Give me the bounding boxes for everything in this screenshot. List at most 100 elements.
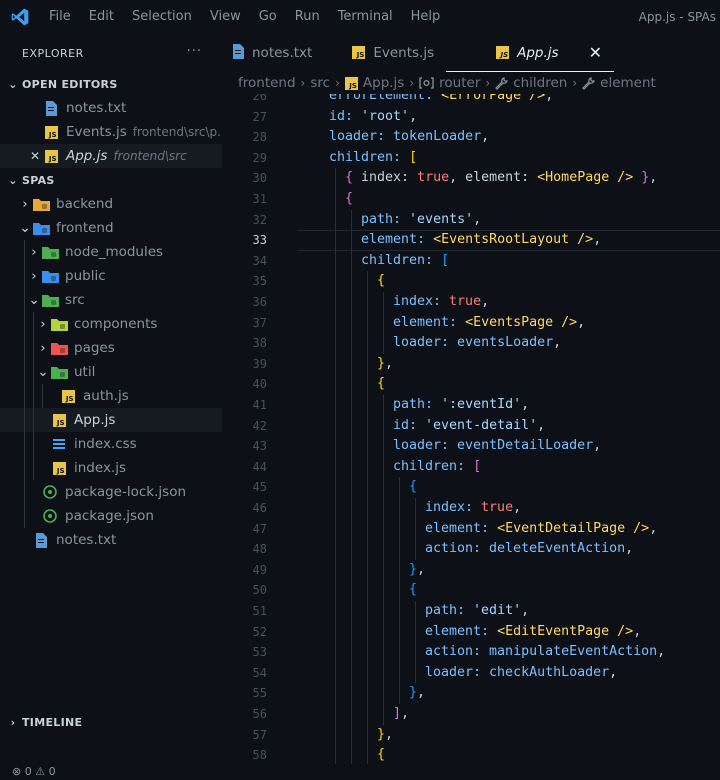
code-token: [ <box>441 252 450 268</box>
breadcrumb-element[interactable]: element <box>582 75 656 91</box>
tree-item-app-js[interactable]: JS App.js <box>0 408 222 432</box>
code-line[interactable]: 44 children: [ <box>222 456 720 478</box>
code-token: } <box>377 726 386 742</box>
breadcrumb-app-js[interactable]: JS App.js <box>344 75 404 91</box>
code-token: , <box>553 335 562 351</box>
menu-run[interactable]: Run <box>286 0 329 34</box>
menu-selection[interactable]: Selection <box>123 0 201 34</box>
menu-help[interactable]: Help <box>402 0 450 34</box>
code-line[interactable]: 30 { index: true, element: <HomePage /> }… <box>222 168 720 189</box>
code-text: index: true, <box>393 292 489 313</box>
indent-guide <box>335 168 336 189</box>
code-line[interactable]: 58 { <box>222 745 720 764</box>
indent-guide <box>383 292 384 313</box>
code-text: { <box>409 580 417 601</box>
code-line[interactable]: 31 { <box>222 189 720 210</box>
code-line[interactable]: 52 element: <EditEventPage />, <box>222 621 720 643</box>
code-line[interactable]: 38 loader: eventsLoader, <box>222 333 720 354</box>
code-line[interactable]: 56], <box>222 704 720 725</box>
code-line[interactable]: 26 errorElement: <ErrorPage />, <box>222 94 720 107</box>
code-line[interactable]: 37 element: <EventsPage />, <box>222 312 720 334</box>
code-line[interactable]: 41 path: ':eventId', <box>222 395 720 416</box>
open-editor-item[interactable]: ✕ JS App.js frontend\src <box>0 144 222 168</box>
code-line[interactable]: 33 element: <EventsRootLayout />, <box>222 230 720 251</box>
code-line[interactable]: 50 { <box>222 580 720 601</box>
menu-terminal[interactable]: Terminal <box>329 0 402 34</box>
tree-item-public[interactable]: › public <box>0 264 222 288</box>
indent-guide <box>399 683 400 704</box>
code-line[interactable]: 28 loader: tokenLoader, <box>222 127 720 148</box>
tree-item-notes-txt[interactable]: notes.txt <box>0 528 222 552</box>
workspace-header[interactable]: ⌄ SPAS <box>0 168 222 192</box>
tree-item-components[interactable]: › components <box>0 312 222 336</box>
code-token: EventDetailPage <box>505 520 626 536</box>
tree-item-frontend[interactable]: ⌄ frontend <box>0 216 222 240</box>
breadcrumb-src[interactable]: src <box>310 75 330 91</box>
tab-app-js[interactable]: JS App.js ✕ <box>446 34 614 72</box>
status-bar[interactable]: ⊗ 0 ⚠ 0 <box>0 764 720 780</box>
explorer-sidebar: EXPLORER ··· ⌄ OPEN EDITORS notes.txt JS E… <box>0 34 222 780</box>
code-line[interactable]: 40 { <box>222 374 720 395</box>
tree-item-util[interactable]: ⌄ util <box>0 360 222 384</box>
close-tab-icon[interactable]: ✕ <box>589 43 602 62</box>
code-line[interactable]: 43 loader: eventDetailLoader, <box>222 436 720 457</box>
code-line[interactable]: 34 children: [ <box>222 250 720 272</box>
tab-notes-txt[interactable]: notes.txt <box>222 34 324 72</box>
menu-edit[interactable]: Edit <box>80 0 123 34</box>
breadcrumb-frontend[interactable]: frontend <box>238 75 296 91</box>
code-editor[interactable]: 26 errorElement: <ErrorPage />, 27 id: 'roo… <box>222 94 720 764</box>
code-line[interactable]: 55}, <box>222 683 720 704</box>
code-line[interactable]: 47 element: <EventDetailPage />, <box>222 518 720 540</box>
tree-item-index-css[interactable]: index.css <box>0 432 222 456</box>
code-line[interactable]: 48 action: deleteEventAction, <box>222 539 720 560</box>
code-line[interactable]: 36 index: true, <box>222 292 720 313</box>
tab-events-js[interactable]: JS Events.js <box>324 34 446 72</box>
code-line[interactable]: 39}, <box>222 353 720 375</box>
code-line[interactable]: 54 loader: checkAuthLoader, <box>222 662 720 684</box>
timeline-header[interactable]: › TIMELINE <box>0 710 222 734</box>
tree-item-package-json[interactable]: package.json <box>0 504 222 528</box>
code-line[interactable]: 35 { <box>222 271 720 292</box>
indent-guide <box>367 621 368 643</box>
code-token: /> <box>521 94 546 103</box>
indent-guide <box>399 642 400 663</box>
menu-view[interactable]: View <box>201 0 250 34</box>
tree-item-pages[interactable]: › pages <box>0 336 222 360</box>
code-line[interactable]: 45 { <box>222 477 720 498</box>
code-token: /> <box>569 232 594 248</box>
code-text: { <box>345 189 353 210</box>
tree-item-backend[interactable]: › backend <box>0 192 222 216</box>
line-number: 37 <box>252 315 267 330</box>
code-line[interactable]: 29 children: [ <box>222 148 720 169</box>
menu-file[interactable]: File <box>40 0 80 34</box>
tree-item-package-lock-json[interactable]: package-lock.json <box>0 480 222 504</box>
indent-guide <box>383 518 384 540</box>
code-line[interactable]: 42 id: 'event-detail', <box>222 415 720 437</box>
breadcrumb-children[interactable]: children <box>495 75 567 91</box>
code-line[interactable]: 27 id: 'root', <box>222 107 720 128</box>
tree-item-node-modules[interactable]: › node_modules <box>0 240 222 264</box>
code-line[interactable]: 32 path: 'events', <box>222 209 720 231</box>
tree-item-auth-js[interactable]: JS auth.js <box>0 384 222 408</box>
code-line[interactable]: 51 path: 'edit', <box>222 601 720 622</box>
indent-guide <box>415 601 416 622</box>
problems-count[interactable]: ⊗ 0 ⚠ 0 <box>12 765 56 778</box>
code-token: } <box>377 355 386 371</box>
menu-go[interactable]: Go <box>250 0 286 34</box>
code-line[interactable]: 53 action: manipulateEventAction, <box>222 642 720 663</box>
property-key: index: <box>425 500 482 515</box>
breadcrumb-router[interactable]: router <box>419 75 480 91</box>
code-line[interactable]: 49}, <box>222 559 720 581</box>
code-token: , <box>513 500 522 515</box>
code-line[interactable]: 46 index: true, <box>222 498 720 519</box>
close-icon[interactable]: ✕ <box>30 149 40 163</box>
open-editors-header[interactable]: ⌄ OPEN EDITORS <box>0 72 222 96</box>
open-editor-item[interactable]: JS Events.js frontend\src\p... <box>0 120 222 144</box>
tree-item-src[interactable]: ⌄ src <box>0 288 222 312</box>
open-editor-item[interactable]: notes.txt <box>0 96 222 120</box>
code-line[interactable]: 57}, <box>222 724 720 746</box>
tree-item-index-js[interactable]: JS index.js <box>0 456 222 480</box>
vscode-logo-icon[interactable] <box>0 0 40 34</box>
more-actions-icon[interactable]: ··· <box>187 44 202 59</box>
chevron-right-icon: › <box>40 316 46 332</box>
